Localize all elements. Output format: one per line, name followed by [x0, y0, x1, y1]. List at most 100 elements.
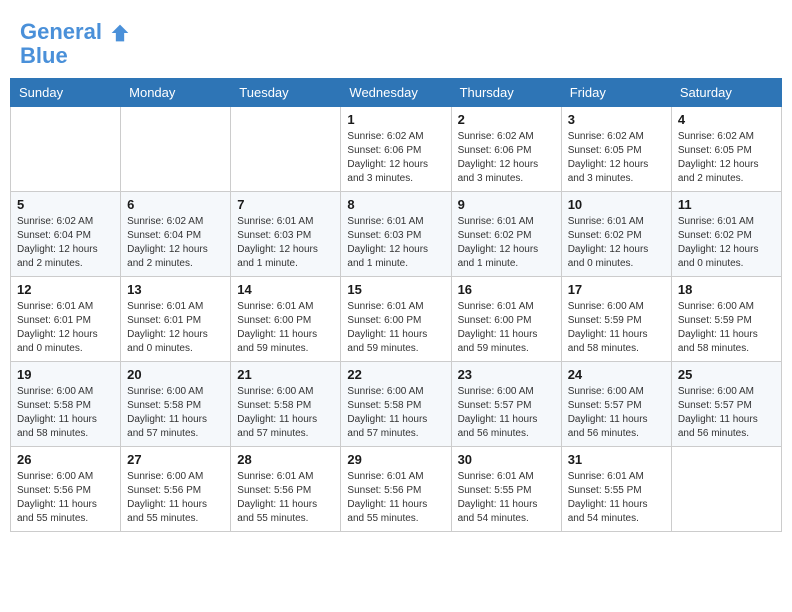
day-info: Sunrise: 6:00 AM Sunset: 5:58 PM Dayligh… — [237, 385, 334, 441]
day-info: Sunrise: 6:01 AM Sunset: 5:56 PM Dayligh… — [237, 470, 334, 526]
day-number: 3 — [568, 112, 665, 127]
calendar-cell: 21 Sunrise: 6:00 AM Sunset: 5:58 PM Dayli… — [231, 362, 341, 447]
calendar-cell: 23 Sunrise: 6:00 AM Sunset: 5:57 PM Dayli… — [451, 362, 561, 447]
day-info: Sunrise: 6:01 AM Sunset: 6:02 PM Dayligh… — [458, 215, 555, 271]
weekday-header-saturday: Saturday — [671, 79, 781, 107]
day-info: Sunrise: 6:02 AM Sunset: 6:05 PM Dayligh… — [678, 130, 775, 186]
day-number: 10 — [568, 197, 665, 212]
day-info: Sunrise: 6:00 AM Sunset: 5:58 PM Dayligh… — [347, 385, 444, 441]
calendar-cell: 3 Sunrise: 6:02 AM Sunset: 6:05 PM Daylig… — [561, 107, 671, 192]
day-info: Sunrise: 6:00 AM Sunset: 5:59 PM Dayligh… — [568, 300, 665, 356]
day-info: Sunrise: 6:02 AM Sunset: 6:05 PM Dayligh… — [568, 130, 665, 186]
day-number: 16 — [458, 282, 555, 297]
day-number: 21 — [237, 367, 334, 382]
calendar-cell: 10 Sunrise: 6:01 AM Sunset: 6:02 PM Dayli… — [561, 192, 671, 277]
day-info: Sunrise: 6:01 AM Sunset: 6:02 PM Dayligh… — [568, 215, 665, 271]
calendar-cell: 11 Sunrise: 6:01 AM Sunset: 6:02 PM Dayli… — [671, 192, 781, 277]
calendar-table: SundayMondayTuesdayWednesdayThursdayFrid… — [10, 78, 782, 532]
day-info: Sunrise: 6:02 AM Sunset: 6:04 PM Dayligh… — [17, 215, 114, 271]
calendar-cell: 16 Sunrise: 6:01 AM Sunset: 6:00 PM Dayli… — [451, 277, 561, 362]
calendar-cell: 29 Sunrise: 6:01 AM Sunset: 5:56 PM Dayli… — [341, 447, 451, 532]
calendar-cell — [231, 107, 341, 192]
logo: General Blue — [20, 20, 130, 68]
calendar-cell: 27Sunrise: 6:00 AM Sunset: 5:56 PM Dayli… — [121, 447, 231, 532]
day-number: 15 — [347, 282, 444, 297]
day-info: Sunrise: 6:00 AM Sunset: 5:57 PM Dayligh… — [458, 385, 555, 441]
day-info: Sunrise: 6:01 AM Sunset: 6:00 PM Dayligh… — [237, 300, 334, 356]
calendar-week-2: 5 Sunrise: 6:02 AM Sunset: 6:04 PM Daylig… — [11, 192, 782, 277]
day-number: 2 — [458, 112, 555, 127]
day-number: 13 — [127, 282, 224, 297]
day-info: Sunrise: 6:01 AM Sunset: 6:00 PM Dayligh… — [458, 300, 555, 356]
weekday-header-wednesday: Wednesday — [341, 79, 451, 107]
calendar-week-5: 26 Sunrise: 6:00 AM Sunset: 5:56 PM Dayli… — [11, 447, 782, 532]
calendar-cell: 8 Sunrise: 6:01 AM Sunset: 6:03 PM Daylig… — [341, 192, 451, 277]
weekday-header-tuesday: Tuesday — [231, 79, 341, 107]
day-info: Sunrise: 6:01 AM Sunset: 6:03 PM Dayligh… — [237, 215, 334, 271]
weekday-header-monday: Monday — [121, 79, 231, 107]
day-info: Sunrise: 6:00 AM Sunset: 5:59 PM Dayligh… — [678, 300, 775, 356]
calendar-cell: 25 Sunrise: 6:00 AM Sunset: 5:57 PM Dayli… — [671, 362, 781, 447]
calendar-cell — [671, 447, 781, 532]
day-number: 24 — [568, 367, 665, 382]
logo-blue: Blue — [20, 44, 130, 68]
calendar-cell: 15 Sunrise: 6:01 AM Sunset: 6:00 PM Dayli… — [341, 277, 451, 362]
day-number: 28 — [237, 452, 334, 467]
weekday-header-thursday: Thursday — [451, 79, 561, 107]
day-number: 30 — [458, 452, 555, 467]
calendar-cell: 13 Sunrise: 6:01 AM Sunset: 6:01 PM Dayli… — [121, 277, 231, 362]
calendar-cell — [11, 107, 121, 192]
day-number: 1 — [347, 112, 444, 127]
day-info: Sunrise: 6:01 AM Sunset: 6:03 PM Dayligh… — [347, 215, 444, 271]
day-info: Sunrise: 6:01 AM Sunset: 5:55 PM Dayligh… — [458, 470, 555, 526]
day-number: 22 — [347, 367, 444, 382]
day-info: Sunrise: 6:01 AM Sunset: 5:55 PM Dayligh… — [568, 470, 665, 526]
day-number: 11 — [678, 197, 775, 212]
weekday-header-friday: Friday — [561, 79, 671, 107]
weekday-header-sunday: Sunday — [11, 79, 121, 107]
day-info: Sunrise: 6:01 AM Sunset: 6:01 PM Dayligh… — [127, 300, 224, 356]
day-number: 26 — [17, 452, 114, 467]
day-number: 17 — [568, 282, 665, 297]
calendar-cell: 9 Sunrise: 6:01 AM Sunset: 6:02 PM Daylig… — [451, 192, 561, 277]
day-number: 27 — [127, 452, 224, 467]
day-info: Sunrise: 6:02 AM Sunset: 6:06 PM Dayligh… — [458, 130, 555, 186]
calendar-week-3: 12 Sunrise: 6:01 AM Sunset: 6:01 PM Dayli… — [11, 277, 782, 362]
calendar-cell: 19Sunrise: 6:00 AM Sunset: 5:58 PM Dayli… — [11, 362, 121, 447]
day-number: 5 — [17, 197, 114, 212]
calendar-cell: 22 Sunrise: 6:00 AM Sunset: 5:58 PM Dayli… — [341, 362, 451, 447]
day-info: Sunrise: 6:00 AM Sunset: 5:57 PM Dayligh… — [678, 385, 775, 441]
day-info: Sunrise: 6:01 AM Sunset: 6:00 PM Dayligh… — [347, 300, 444, 356]
day-info: Sunrise: 6:00 AM Sunset: 5:56 PM Dayligh… — [17, 470, 114, 526]
calendar-cell: 6Sunrise: 6:02 AM Sunset: 6:04 PM Daylig… — [121, 192, 231, 277]
day-number: 18 — [678, 282, 775, 297]
day-info: Sunrise: 6:02 AM Sunset: 6:04 PM Dayligh… — [127, 215, 224, 271]
calendar-cell: 20Sunrise: 6:00 AM Sunset: 5:58 PM Dayli… — [121, 362, 231, 447]
day-info: Sunrise: 6:01 AM Sunset: 6:01 PM Dayligh… — [17, 300, 114, 356]
calendar-cell: 5 Sunrise: 6:02 AM Sunset: 6:04 PM Daylig… — [11, 192, 121, 277]
day-info: Sunrise: 6:00 AM Sunset: 5:58 PM Dayligh… — [127, 385, 224, 441]
day-number: 29 — [347, 452, 444, 467]
day-info: Sunrise: 6:01 AM Sunset: 6:02 PM Dayligh… — [678, 215, 775, 271]
day-info: Sunrise: 6:01 AM Sunset: 5:56 PM Dayligh… — [347, 470, 444, 526]
calendar-week-4: 19 Sunrise: 6:00 AM Sunset: 5:58 PM Dayli… — [11, 362, 782, 447]
day-number: 4 — [678, 112, 775, 127]
day-number: 23 — [458, 367, 555, 382]
calendar-cell: 14Sunrise: 6:01 AM Sunset: 6:00 PM Dayli… — [231, 277, 341, 362]
calendar-cell: 7Sunrise: 6:01 AM Sunset: 6:03 PM Daylig… — [231, 192, 341, 277]
day-info: Sunrise: 6:02 AM Sunset: 6:06 PM Dayligh… — [347, 130, 444, 186]
day-number: 19 — [17, 367, 114, 382]
calendar-cell: 26 Sunrise: 6:00 AM Sunset: 5:56 PM Dayli… — [11, 447, 121, 532]
calendar-cell: 17 Sunrise: 6:00 AM Sunset: 5:59 PM Dayli… — [561, 277, 671, 362]
logo-text: General — [20, 20, 130, 44]
calendar-cell: 1 Sunrise: 6:02 AM Sunset: 6:06 PM Daylig… — [341, 107, 451, 192]
calendar-cell: 12 Sunrise: 6:01 AM Sunset: 6:01 PM Dayli… — [11, 277, 121, 362]
day-number: 8 — [347, 197, 444, 212]
day-number: 12 — [17, 282, 114, 297]
day-number: 9 — [458, 197, 555, 212]
day-number: 25 — [678, 367, 775, 382]
page-header: General Blue — [10, 10, 782, 73]
calendar-cell — [121, 107, 231, 192]
day-info: Sunrise: 6:00 AM Sunset: 5:57 PM Dayligh… — [568, 385, 665, 441]
day-number: 31 — [568, 452, 665, 467]
